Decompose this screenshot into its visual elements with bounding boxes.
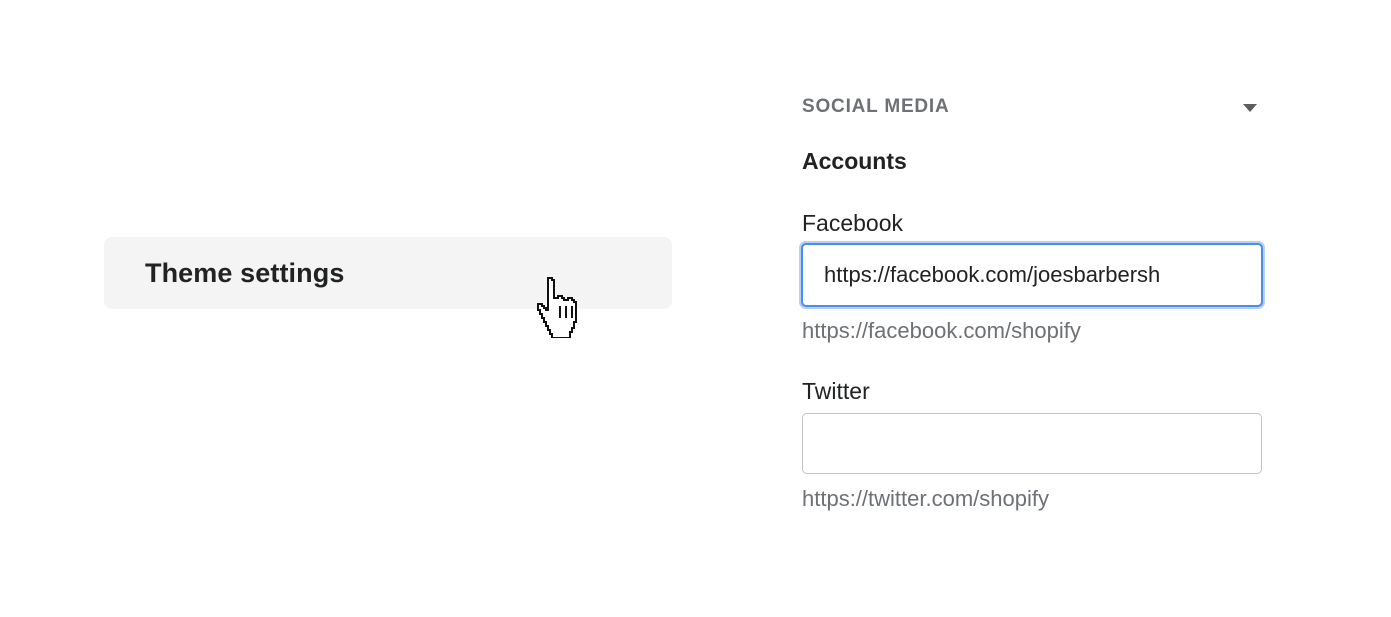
twitter-url-input[interactable] <box>802 413 1262 474</box>
pointer-hand-icon <box>536 276 578 338</box>
twitter-help-text: https://twitter.com/shopify <box>802 486 1049 511</box>
accounts-heading: Accounts <box>802 148 907 174</box>
caret-down-icon[interactable] <box>1242 103 1258 113</box>
twitter-label: Twitter <box>802 378 870 404</box>
theme-settings-label: Theme settings <box>145 258 345 288</box>
facebook-url-input[interactable] <box>801 243 1263 307</box>
social-media-section-header[interactable]: SOCIAL MEDIA <box>802 88 1264 126</box>
facebook-label: Facebook <box>802 210 904 236</box>
theme-settings-item[interactable]: Theme settings <box>104 237 672 309</box>
facebook-help-text: https://facebook.com/shopify <box>802 318 1081 343</box>
section-title: SOCIAL MEDIA <box>802 96 950 117</box>
